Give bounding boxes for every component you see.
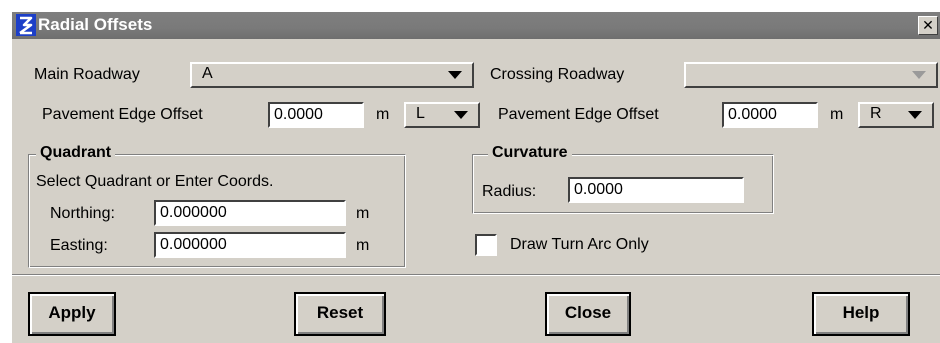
left-pavement-offset-value: 0.0000 [274,106,323,123]
apply-button[interactable]: Apply [28,292,116,336]
radial-offsets-dialog: Radial Offsets ✕ Main Roadway A Crossing… [10,10,940,343]
curvature-group-title: Curvature [488,144,572,162]
window-title: Radial Offsets [38,15,153,34]
dropdown-arrow-icon [448,71,462,79]
draw-turn-arc-label: Draw Turn Arc Only [510,236,649,253]
quadrant-group-title: Quadrant [36,144,116,162]
button-row-divider [12,274,940,276]
left-side-select[interactable]: L [404,102,480,128]
easting-value: 0.000000 [160,236,227,253]
radius-value: 0.0000 [574,181,623,198]
quadrant-instruction: Select Quadrant or Enter Coords. [36,173,274,190]
left-offset-unit: m [376,106,390,123]
northing-unit: m [356,205,370,222]
main-roadway-select[interactable]: A [190,62,474,88]
right-side-select[interactable]: R [858,102,934,128]
right-pavement-offset-field[interactable]: 0.0000 [722,102,818,128]
easting-field[interactable]: 0.000000 [154,232,346,258]
right-pavement-offset-value: 0.0000 [728,106,777,123]
dropdown-arrow-icon [912,71,926,79]
radius-label: Radius: [482,183,537,200]
draw-turn-arc-checkbox[interactable] [475,234,497,256]
northing-label: Northing: [50,205,115,222]
right-side-value: R [870,105,882,122]
app-logo-icon [16,14,36,36]
main-roadway-value: A [202,65,213,82]
crossing-roadway-label: Crossing Roadway [490,66,625,83]
left-pavement-offset-label: Pavement Edge Offset [42,106,203,123]
close-icon[interactable]: ✕ [918,16,938,35]
northing-field[interactable]: 0.000000 [154,200,346,226]
help-button[interactable]: Help [812,292,910,336]
main-roadway-label: Main Roadway [34,66,140,83]
close-button[interactable]: Close [545,292,631,336]
title-bar[interactable]: Radial Offsets ✕ [12,12,940,39]
dropdown-arrow-icon [908,111,922,119]
easting-unit: m [356,237,370,254]
left-side-value: L [416,105,425,122]
easting-label: Easting: [50,237,108,254]
reset-button[interactable]: Reset [294,292,386,336]
right-offset-unit: m [830,106,844,123]
left-pavement-offset-field[interactable]: 0.0000 [268,102,364,128]
right-pavement-offset-label: Pavement Edge Offset [498,106,659,123]
northing-value: 0.000000 [160,204,227,221]
radius-field[interactable]: 0.0000 [568,177,744,203]
crossing-roadway-select[interactable] [684,62,938,88]
dropdown-arrow-icon [454,111,468,119]
